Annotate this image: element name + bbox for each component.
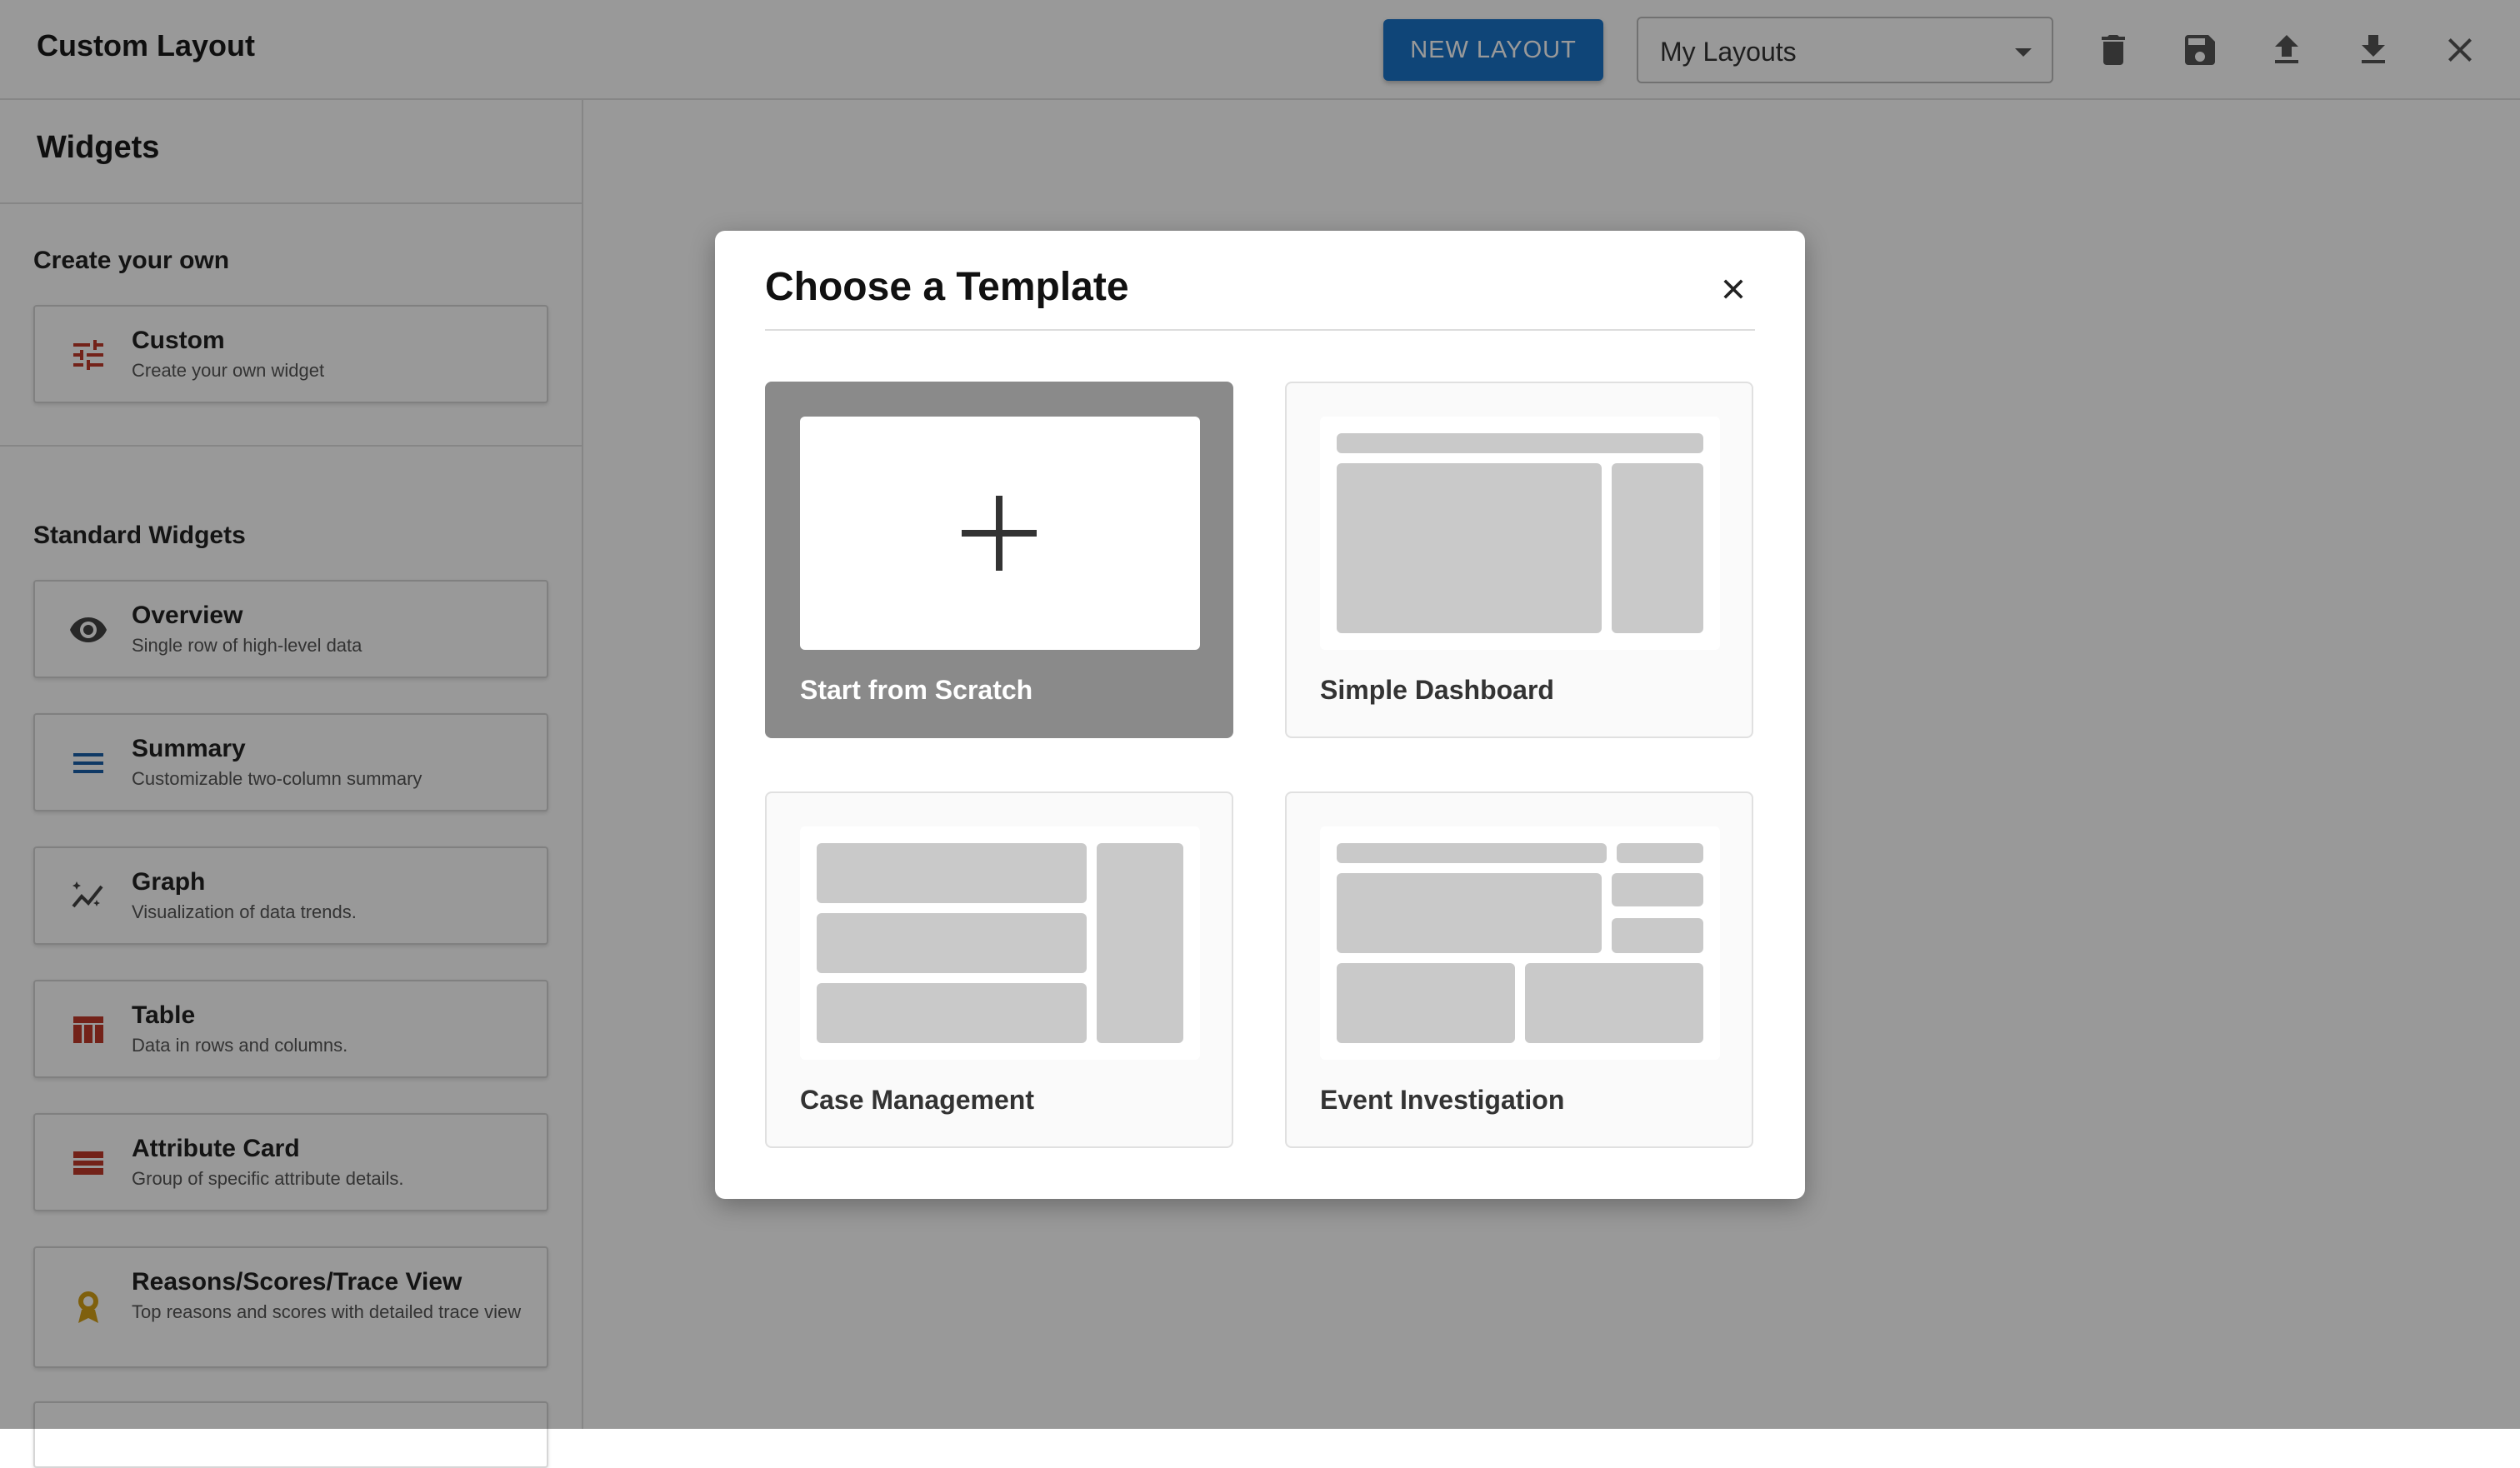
preview-block <box>1337 843 1607 863</box>
template-preview <box>1320 826 1720 1060</box>
preview-block <box>1612 918 1703 953</box>
template-simple-dashboard[interactable]: Simple Dashboard <box>1285 382 1753 738</box>
template-label: Case Management <box>800 1085 1034 1115</box>
preview-block <box>817 983 1087 1043</box>
template-preview <box>800 826 1200 1060</box>
template-case-management[interactable]: Case Management <box>765 791 1233 1148</box>
preview-block <box>1337 463 1602 633</box>
choose-template-dialog: Choose a Template Start from Scratch Sim… <box>715 231 1805 1199</box>
dialog-divider <box>765 329 1755 331</box>
template-preview <box>800 417 1200 650</box>
template-preview <box>1320 417 1720 650</box>
preview-block <box>1612 873 1703 906</box>
preview-block <box>1525 963 1703 1043</box>
preview-block <box>1097 843 1183 1043</box>
template-event-investigation[interactable]: Event Investigation <box>1285 791 1753 1148</box>
preview-block <box>1612 463 1703 633</box>
plus-icon <box>996 496 1002 571</box>
preview-block <box>817 843 1087 903</box>
preview-block <box>1337 963 1515 1043</box>
template-start-from-scratch[interactable]: Start from Scratch <box>765 382 1233 738</box>
app-root: Custom Layout NEW LAYOUT My Layouts Widg… <box>0 0 2520 1468</box>
dialog-close-icon[interactable] <box>1715 271 1752 307</box>
template-label: Event Investigation <box>1320 1085 1565 1115</box>
preview-block <box>817 913 1087 973</box>
preview-block <box>1617 843 1703 863</box>
template-label: Start from Scratch <box>800 675 1033 705</box>
template-label: Simple Dashboard <box>1320 675 1554 705</box>
preview-block <box>1337 873 1602 953</box>
preview-block <box>1337 433 1703 453</box>
dialog-title: Choose a Template <box>765 265 1129 309</box>
